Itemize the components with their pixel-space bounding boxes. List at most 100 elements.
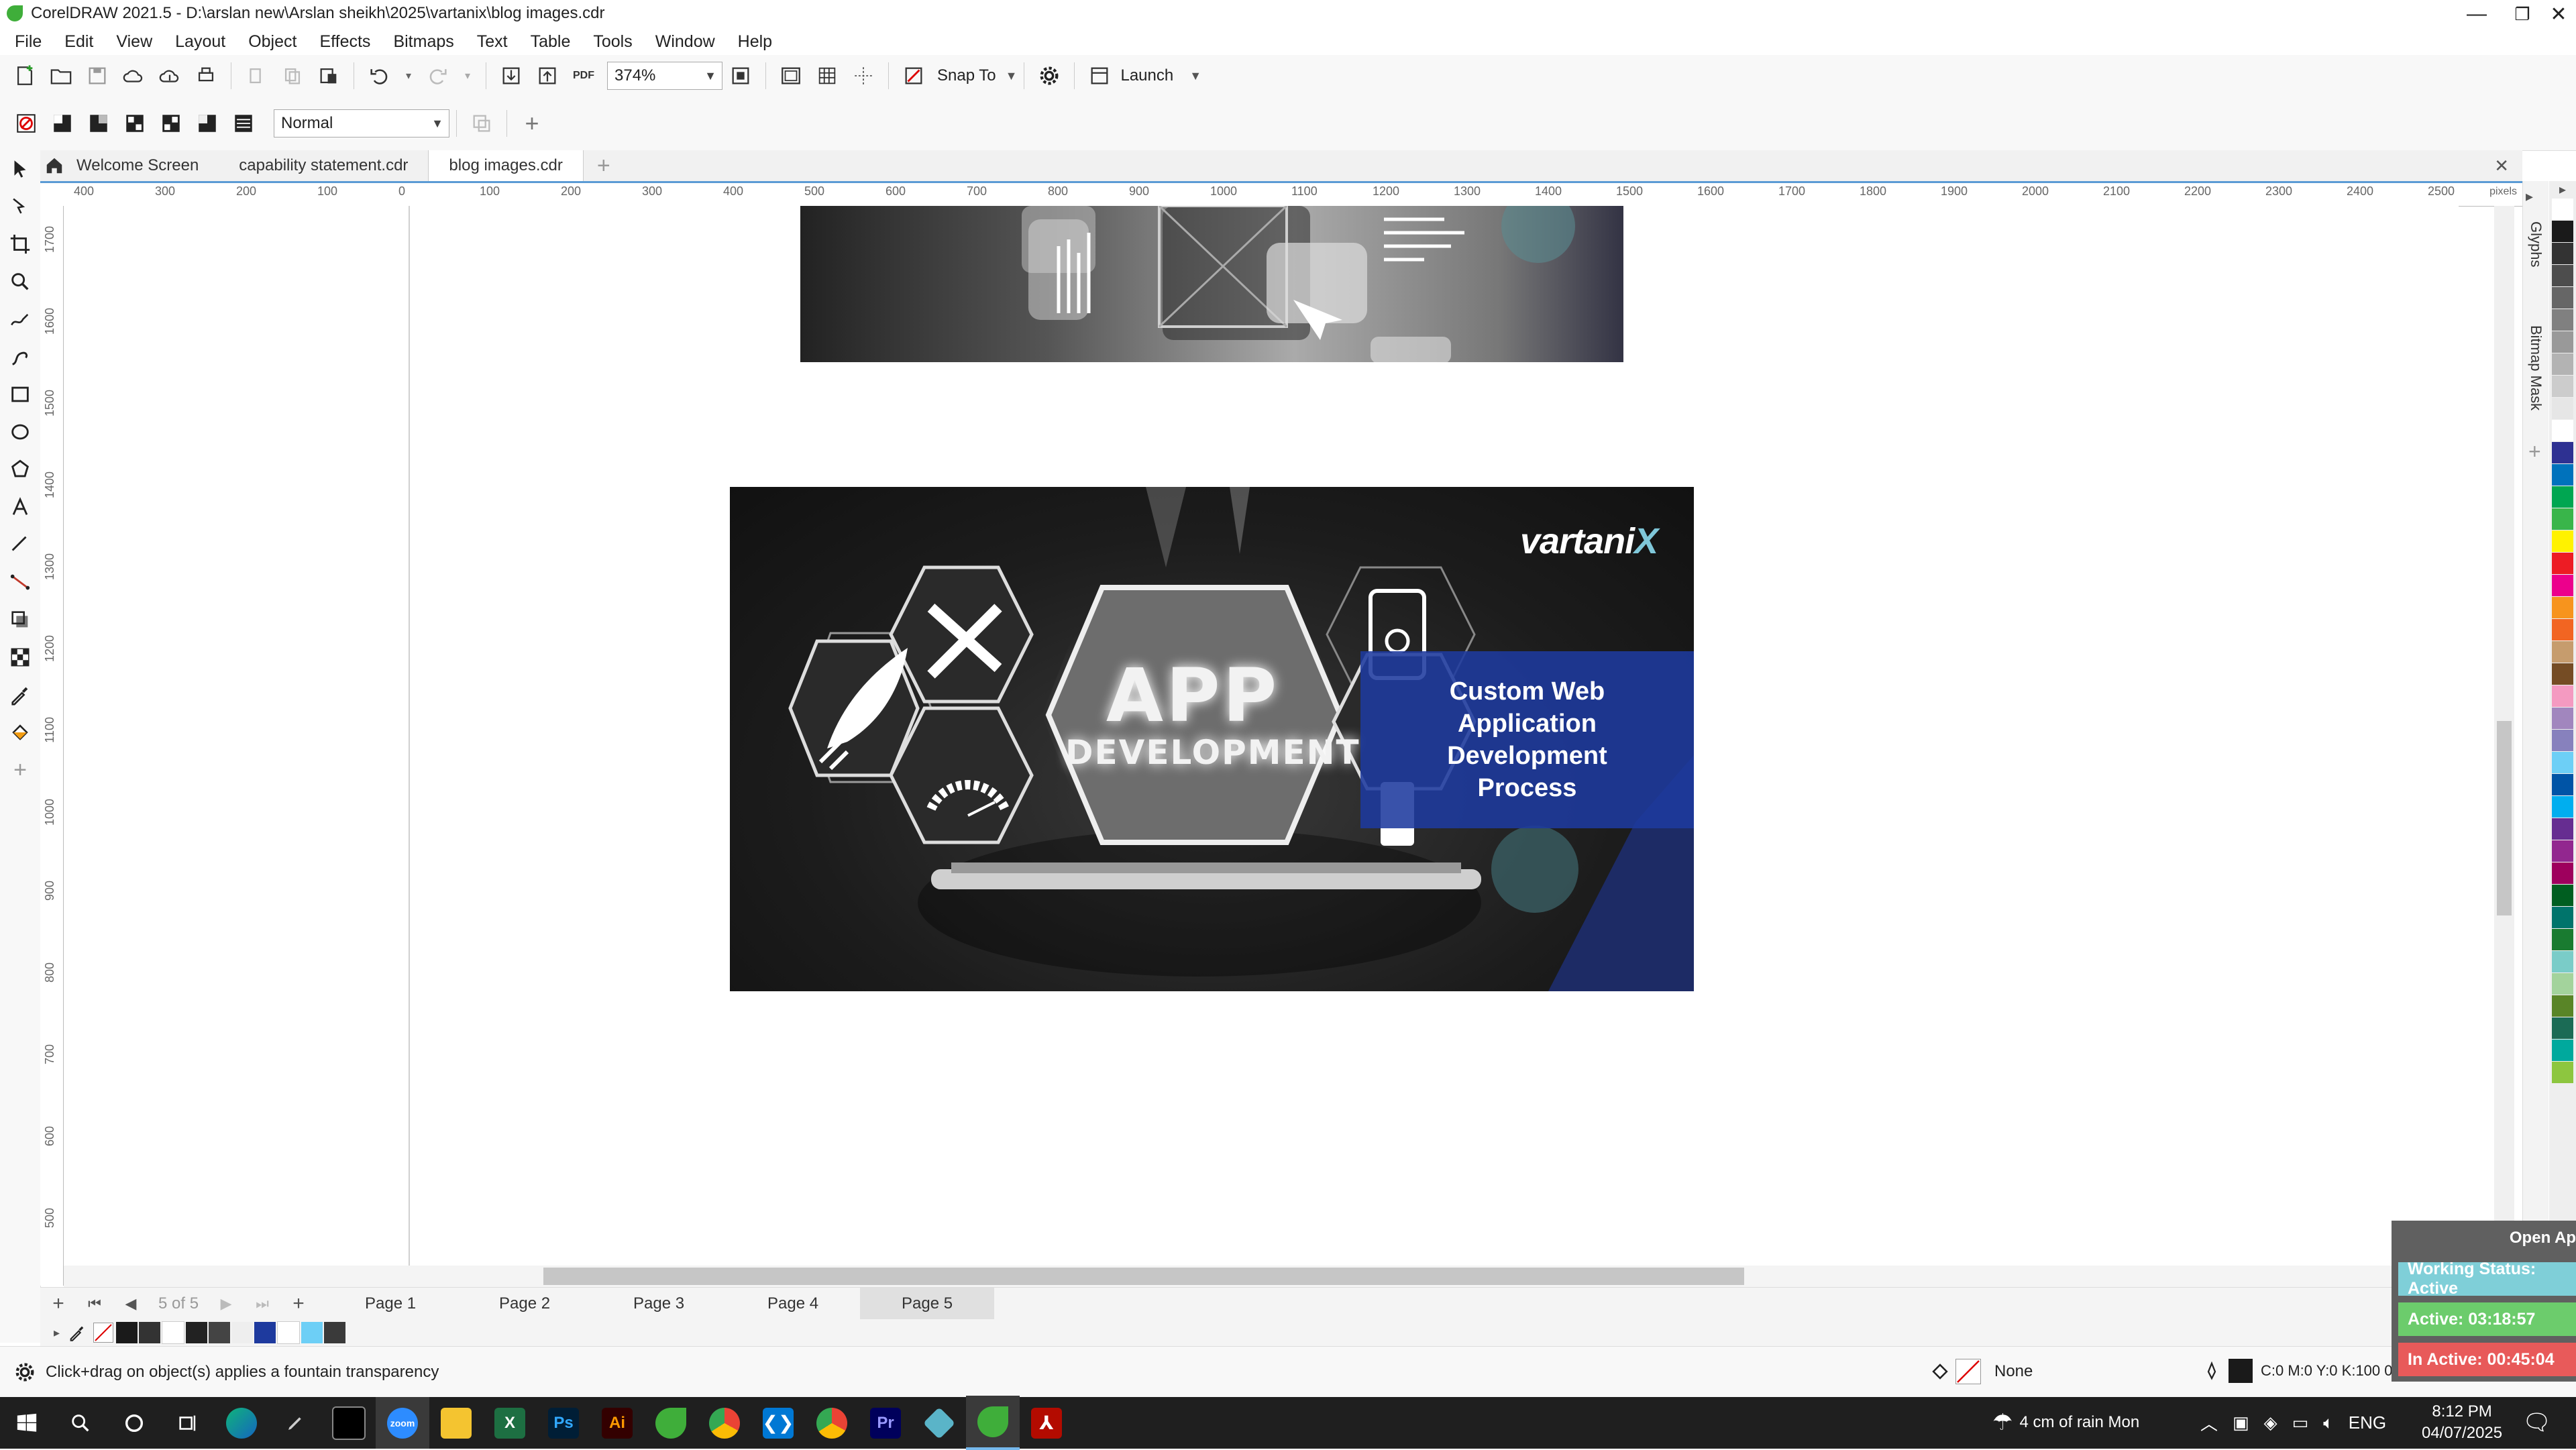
shape-tool-icon[interactable]	[0, 188, 40, 225]
taskbar-file-explorer[interactable]	[429, 1397, 483, 1449]
palette-color-swatch[interactable]	[2552, 619, 2573, 640]
tab-capability-statement[interactable]: capability statement.cdr	[219, 150, 428, 181]
expand-palette-icon[interactable]: ▸	[54, 1326, 60, 1340]
close-tab-icon[interactable]: ✕	[2494, 156, 2509, 176]
palette-color-swatch[interactable]	[2552, 885, 2573, 906]
add-page-after-icon[interactable]: +	[285, 1290, 312, 1317]
snap-off-icon[interactable]	[900, 62, 927, 89]
palette-color-swatch[interactable]	[2552, 730, 2573, 751]
redo-icon[interactable]	[425, 62, 451, 89]
copy-icon[interactable]	[279, 62, 306, 89]
bitmap-image-top[interactable]	[800, 206, 1623, 362]
undo-dropdown-icon[interactable]: ▾	[402, 62, 415, 89]
undo-icon[interactable]	[366, 62, 392, 89]
palette-color-swatch[interactable]	[2552, 531, 2573, 552]
palette-color-swatch[interactable]	[2552, 796, 2573, 818]
color-swatch[interactable]	[116, 1322, 138, 1343]
page-tab-5[interactable]: Page 5	[860, 1288, 995, 1320]
parallel-dimension-tool-icon[interactable]	[0, 526, 40, 563]
taskbar-acrobat[interactable]: ⅄	[1020, 1397, 1073, 1449]
outline-pen-icon[interactable]	[2202, 1359, 2222, 1382]
palette-color-swatch[interactable]	[2552, 1062, 2573, 1083]
menu-view[interactable]: View	[116, 32, 152, 52]
chevron-down-icon[interactable]: ▼	[1189, 69, 1201, 83]
tab-welcome-screen[interactable]: Welcome Screen	[40, 150, 219, 181]
menu-text[interactable]: Text	[477, 32, 508, 52]
add-docker-icon[interactable]: +	[2528, 439, 2541, 464]
palette-color-swatch[interactable]	[2552, 243, 2573, 264]
freehand-tool-icon[interactable]	[0, 300, 40, 338]
task-view-button[interactable]	[161, 1397, 215, 1449]
redo-dropdown-icon[interactable]: ▾	[461, 62, 474, 89]
previous-page-icon[interactable]: ◀	[117, 1290, 144, 1317]
docker-tab-bitmap-mask[interactable]: Bitmap Mask	[2527, 325, 2544, 410]
taskbar-coreldraw-b[interactable]	[966, 1396, 1020, 1450]
transparency-none-icon[interactable]	[13, 110, 40, 137]
palette-color-swatch[interactable]	[2552, 309, 2573, 331]
show-guidelines-icon[interactable]	[850, 62, 877, 89]
color-swatch[interactable]	[231, 1322, 254, 1343]
vertical-scroll-thumb[interactable]	[2497, 721, 2512, 915]
add-icon[interactable]: +	[519, 109, 545, 137]
cortana-button[interactable]	[107, 1397, 161, 1449]
palette-scroll-up-icon[interactable]: ▸	[2549, 181, 2576, 198]
palette-color-swatch[interactable]	[2552, 1040, 2573, 1061]
docker-tab-glyphs[interactable]: Glyphs	[2527, 221, 2544, 267]
palette-color-swatch[interactable]	[2552, 774, 2573, 795]
color-swatch[interactable]	[139, 1322, 161, 1343]
menu-layout[interactable]: Layout	[175, 32, 225, 52]
launch-icon[interactable]	[1086, 62, 1113, 89]
palette-color-swatch[interactable]	[2552, 907, 2573, 928]
ellipse-tool-icon[interactable]	[0, 413, 40, 451]
security-icon[interactable]: ◈	[2264, 1412, 2277, 1433]
connector-tool-icon[interactable]	[0, 563, 40, 601]
chevron-down-icon[interactable]: ▼	[1006, 69, 1018, 83]
taskbar-app-blue[interactable]	[912, 1397, 966, 1449]
menu-object[interactable]: Object	[248, 32, 297, 52]
cloud-share-icon[interactable]	[156, 62, 183, 89]
taskbar-chrome[interactable]	[698, 1397, 751, 1449]
palette-color-swatch[interactable]	[2552, 221, 2573, 242]
palette-color-swatch[interactable]	[2552, 818, 2573, 840]
page-tab-1[interactable]: Page 1	[323, 1288, 458, 1320]
clock[interactable]: 8:12 PM 04/07/2025	[2422, 1401, 2502, 1444]
palette-color-swatch[interactable]	[2552, 376, 2573, 397]
save-icon[interactable]	[84, 62, 111, 89]
palette-color-swatch[interactable]	[2552, 287, 2573, 309]
snap-to-label[interactable]: Snap To	[937, 66, 996, 85]
palette-color-swatch[interactable]	[2552, 685, 2573, 707]
palette-color-swatch[interactable]	[2552, 951, 2573, 972]
taskbar-zoom[interactable]: zoom	[376, 1397, 429, 1449]
tab-blog-images[interactable]: blog images.cdr	[428, 150, 584, 181]
new-document-icon[interactable]	[11, 62, 38, 89]
volume-icon[interactable]: 🔈︎	[2323, 1412, 2334, 1434]
fountain-transparency-icon[interactable]	[85, 110, 112, 137]
page-tab-4[interactable]: Page 4	[726, 1288, 860, 1320]
taskbar-chrome-profile[interactable]	[805, 1397, 859, 1449]
horizontal-scroll-thumb[interactable]	[543, 1268, 1744, 1285]
paste-icon[interactable]	[315, 62, 342, 89]
taskbar-vscode[interactable]: ❮❯	[751, 1397, 805, 1449]
palette-color-swatch[interactable]	[2552, 862, 2573, 884]
palette-color-swatch[interactable]	[2552, 973, 2573, 995]
color-swatch[interactable]	[186, 1322, 208, 1343]
add-page-before-icon[interactable]: +	[45, 1290, 72, 1317]
menu-window[interactable]: Window	[655, 32, 715, 52]
menu-tools[interactable]: Tools	[593, 32, 632, 52]
palette-color-swatch[interactable]	[2552, 398, 2573, 419]
uniform-transparency-icon[interactable]	[49, 110, 76, 137]
taskbar-pen[interactable]	[268, 1397, 322, 1449]
weather-text[interactable]: 4 cm of rain Mon	[2019, 1413, 2139, 1432]
open-app-button[interactable]: Open Ap	[2510, 1229, 2576, 1247]
palette-color-swatch[interactable]	[2552, 663, 2573, 685]
expand-docker-icon[interactable]: ▸	[2526, 188, 2533, 205]
color-swatch[interactable]	[301, 1322, 323, 1343]
menu-help[interactable]: Help	[738, 32, 772, 52]
eyedropper-icon[interactable]	[68, 1323, 87, 1342]
palette-color-swatch[interactable]	[2552, 199, 2573, 220]
export-icon[interactable]	[534, 62, 561, 89]
color-swatch[interactable]	[209, 1322, 231, 1343]
artistic-media-tool-icon[interactable]	[0, 338, 40, 376]
palette-color-swatch[interactable]	[2552, 597, 2573, 618]
start-button[interactable]	[0, 1397, 54, 1449]
